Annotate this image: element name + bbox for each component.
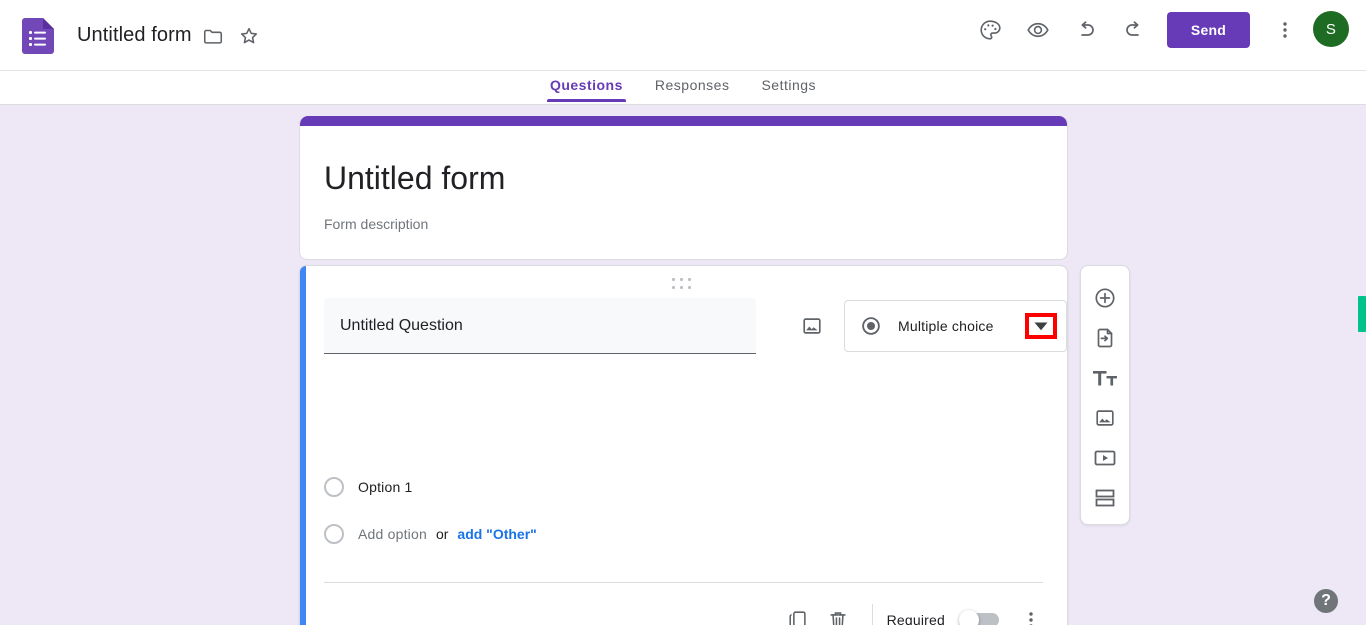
preview-button[interactable] <box>1018 10 1058 50</box>
help-button[interactable]: ? <box>1314 589 1338 613</box>
tab-responses[interactable]: Responses <box>639 71 746 102</box>
add-option-button[interactable]: Add option <box>358 526 427 542</box>
question-title-input[interactable]: Untitled Question <box>324 298 756 354</box>
option-row[interactable]: Option 1 <box>324 471 413 503</box>
add-other-option-button[interactable]: add "Other" <box>457 526 536 542</box>
video-icon[interactable] <box>1085 438 1125 478</box>
question-type-select[interactable]: Multiple choice <box>844 300 1067 352</box>
question-type-label: Multiple choice <box>898 318 994 334</box>
redo-button[interactable] <box>1114 10 1154 50</box>
scrollbar-thumb[interactable] <box>1358 296 1366 332</box>
send-button[interactable]: Send <box>1167 12 1250 48</box>
question-footer-toolbar: Required <box>778 596 1051 625</box>
add-item-toolbar <box>1080 265 1130 525</box>
form-canvas: Untitled form Form description Untitled … <box>0 105 1366 625</box>
form-description-input[interactable]: Form description <box>324 214 428 234</box>
form-header-card[interactable]: Untitled form Form description <box>299 116 1068 260</box>
tab-settings[interactable]: Settings <box>745 71 832 102</box>
customize-theme-button[interactable] <box>970 10 1010 50</box>
text-tt-icon[interactable] <box>1085 358 1125 398</box>
duplicate-icon[interactable] <box>778 600 818 625</box>
radio-empty-icon <box>324 524 344 544</box>
account-avatar[interactable]: S <box>1313 11 1349 47</box>
add-option-row[interactable]: Add option or add "Other" <box>324 518 537 550</box>
trash-icon[interactable] <box>818 600 858 625</box>
question-header-row: Untitled Question Multiple choice <box>324 298 1067 358</box>
image-icon[interactable] <box>1085 398 1125 438</box>
move-to-folder-button[interactable] <box>193 16 233 56</box>
option-label[interactable]: Option 1 <box>358 479 413 495</box>
tab-bar: Questions Responses Settings <box>0 71 1366 105</box>
add-option-or-label: or <box>435 526 449 542</box>
required-toggle[interactable] <box>959 610 1003 625</box>
form-title-input[interactable]: Untitled form <box>324 158 505 198</box>
more-options-button[interactable] <box>1265 10 1305 50</box>
import-file-icon[interactable] <box>1085 318 1125 358</box>
drag-handle-icon[interactable] <box>671 278 696 290</box>
question-card[interactable]: Untitled Question Multiple choice Option… <box>299 265 1068 625</box>
star-button[interactable] <box>229 16 269 56</box>
add-question-image-button[interactable] <box>792 306 832 346</box>
forms-logo-icon[interactable] <box>22 18 54 54</box>
plus-circle-icon[interactable] <box>1085 278 1125 318</box>
document-title[interactable]: Untitled form <box>77 21 192 49</box>
section-icon[interactable] <box>1085 478 1125 518</box>
radio-selected-icon <box>860 315 882 337</box>
question-more-options-button[interactable] <box>1011 600 1051 625</box>
footer-divider <box>871 604 873 625</box>
active-question-indicator <box>300 266 306 625</box>
radio-empty-icon <box>324 477 344 497</box>
top-app-bar: Untitled form Send S <box>0 0 1366 71</box>
required-label[interactable]: Required <box>887 612 945 625</box>
chevron-down-icon[interactable] <box>1025 313 1057 339</box>
card-divider <box>324 582 1043 583</box>
form-theme-stripe <box>300 116 1067 126</box>
undo-button[interactable] <box>1066 10 1106 50</box>
tab-questions[interactable]: Questions <box>534 71 639 102</box>
toggle-knob <box>959 610 979 625</box>
